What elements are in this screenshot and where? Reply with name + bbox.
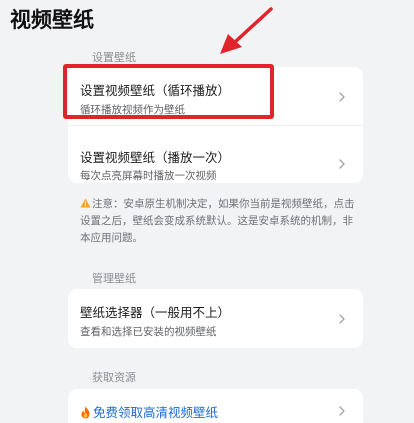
- free-wallpaper-item[interactable]: 免费领取高清视频壁纸: [68, 389, 363, 423]
- wallpaper-selector-subtitle: 查看和选择已安装的视频壁纸: [80, 326, 217, 338]
- get-resources-card: 免费领取高清视频壁纸: [68, 389, 363, 423]
- set-once-wallpaper-title: 设置视频壁纸（播放一次）: [80, 150, 231, 165]
- section-label-manage-wallpaper: 管理壁纸: [92, 272, 136, 285]
- highlight-box: [63, 64, 274, 119]
- chevron-right-icon: [336, 405, 348, 417]
- wallpaper-selector-title: 壁纸选择器（一般用不上）: [80, 305, 231, 320]
- page-title: 视频壁纸: [10, 8, 94, 32]
- chevron-right-icon: [336, 313, 348, 325]
- chevron-right-icon: [336, 91, 348, 103]
- set-once-wallpaper-subtitle: 每次点亮屏幕时播放一次视频: [80, 170, 217, 182]
- set-once-wallpaper-item[interactable]: 设置视频壁纸（播放一次） 每次点亮屏幕时播放一次视频: [68, 125, 363, 183]
- notice-text: 注意：安卓原生机制决定，如果你当前是视频壁纸，点击设置之后，壁纸会变成系统默认。…: [80, 196, 358, 247]
- fire-icon: [80, 406, 91, 419]
- free-wallpaper-link: 免费领取高清视频壁纸: [80, 402, 218, 421]
- free-wallpaper-title: 免费领取高清视频壁纸: [93, 405, 219, 420]
- warning-icon: [80, 197, 91, 208]
- section-label-set-wallpaper: 设置壁纸: [92, 51, 136, 64]
- wallpaper-selector-item[interactable]: 壁纸选择器（一般用不上） 查看和选择已安装的视频壁纸: [68, 289, 363, 348]
- chevron-right-icon: [336, 158, 348, 170]
- manage-wallpaper-card: 壁纸选择器（一般用不上） 查看和选择已安装的视频壁纸: [68, 289, 363, 348]
- section-label-get-resources: 获取资源: [92, 371, 136, 384]
- notice-body: 注意：安卓原生机制决定，如果你当前是视频壁纸，点击设置之后，壁纸会变成系统默认。…: [80, 198, 355, 244]
